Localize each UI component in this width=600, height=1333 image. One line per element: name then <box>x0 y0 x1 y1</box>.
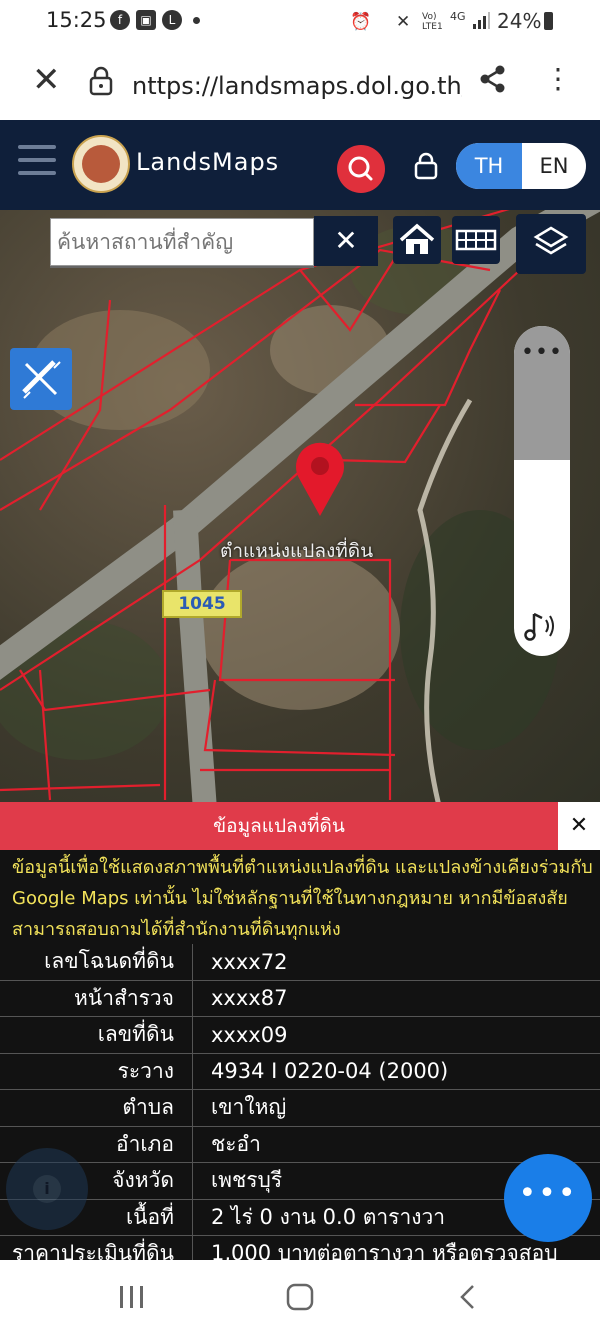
lock-icon[interactable] <box>88 66 114 96</box>
share-icon[interactable] <box>478 64 508 94</box>
parcel-detail-value: เขาใหญ่ <box>192 1089 600 1127</box>
ruler-pencil-icon <box>22 360 61 399</box>
alarm-icon: ⏰ <box>350 12 372 32</box>
mute-icon: ✕ <box>396 12 411 32</box>
place-search-input[interactable] <box>51 219 309 265</box>
lang-th-button[interactable]: TH <box>456 143 522 189</box>
parcel-detail-row: ระวาง 4934 I 0220-04 (2000) <box>0 1053 600 1090</box>
parcel-detail-row: อำเภอ ชะอำ <box>0 1126 600 1163</box>
search-button[interactable] <box>337 145 385 193</box>
home-nav-icon[interactable] <box>285 1282 315 1312</box>
4g-icon: 4G <box>450 10 466 23</box>
audio-control-panel[interactable]: ••• <box>514 326 570 656</box>
battery-icon <box>544 12 553 30</box>
signal-icon <box>473 12 490 29</box>
dot-icon <box>193 17 200 24</box>
parcel-detail-row: เลขโฉนดที่ดิน xxxx72 <box>0 944 600 981</box>
login-lock-icon[interactable] <box>414 152 438 180</box>
parcel-detail-label: ตำบล <box>0 1089 193 1127</box>
battery-text: 24% <box>497 9 542 33</box>
parcel-location-label: ตำแหน่งแปลงที่ดิน <box>220 540 374 562</box>
home-button[interactable] <box>393 216 441 264</box>
layers-button[interactable] <box>516 214 586 274</box>
dol-logo <box>72 135 130 193</box>
layers-icon <box>533 226 569 255</box>
audio-menu-icon[interactable]: ••• <box>514 340 570 365</box>
audio-play-icon[interactable] <box>522 606 562 646</box>
parcel-detail-label: เลขโฉนดที่ดิน <box>0 944 193 981</box>
close-tab-icon[interactable]: ✕ <box>32 62 61 98</box>
parcel-detail-label: เลขที่ดิน <box>0 1016 193 1054</box>
url-text[interactable]: nttps://landsmaps.dol.go.th/ก <box>132 66 462 105</box>
status-time: 15:25 <box>46 8 107 32</box>
parcel-detail-label: หน้าสำรวจ <box>0 980 193 1017</box>
status-bar: 15:25 f ▣ L ⏰ ✕ Vo) LTE1 4G 24% <box>0 0 600 44</box>
satellite-map[interactable]: ✕ ••• <box>0 210 600 802</box>
gallery-icon: ▣ <box>136 10 156 30</box>
disclaimer-notice: ข้อมูลนี้เพื่อใช้แสดงสภาพพื้นที่ตำแหน่งแ… <box>12 857 593 940</box>
home-icon <box>399 223 435 254</box>
road-number-sign: 1045 <box>162 590 242 618</box>
parcel-detail-row: หน้าสำรวจ xxxx87 <box>0 980 600 1017</box>
language-toggle[interactable]: TH EN <box>456 143 586 189</box>
search-icon <box>348 156 373 181</box>
more-options-icon[interactable]: ⋮ <box>544 64 572 94</box>
parcel-details-table: เลขโฉนดที่ดิน xxxx72 หน้าสำรวจ xxxx87 เลขที่… <box>0 944 600 1273</box>
brand-name: LandsMaps <box>136 148 280 176</box>
back-icon[interactable] <box>456 1282 480 1312</box>
parcel-detail-row: เลขที่ดิน xxxx09 <box>0 1016 600 1054</box>
android-nav-bar <box>0 1260 600 1333</box>
parcel-detail-value: xxxx72 <box>192 944 600 981</box>
line-icon: L <box>162 10 182 30</box>
measure-tool-button[interactable] <box>10 348 72 410</box>
parcel-detail-value: 4934 I 0220-04 (2000) <box>192 1053 600 1090</box>
close-panel-button[interactable]: ✕ <box>558 802 600 850</box>
place-search-box[interactable] <box>50 218 314 266</box>
app-header: LandsMaps TH EN <box>0 120 600 210</box>
volte-icon: Vo) LTE1 <box>422 12 443 32</box>
parcel-detail-value: xxxx09 <box>192 1016 600 1054</box>
facebook-icon: f <box>110 10 130 30</box>
grid-icon <box>455 229 497 251</box>
lang-en-button[interactable]: EN <box>522 143 586 189</box>
hamburger-menu-icon[interactable] <box>18 145 56 184</box>
location-pin-icon[interactable] <box>292 438 348 518</box>
clear-search-button[interactable]: ✕ <box>314 216 378 266</box>
parcel-detail-row: ตำบล เขาใหญ่ <box>0 1089 600 1127</box>
info-icon: i <box>33 1175 61 1203</box>
grid-button[interactable] <box>452 216 500 264</box>
parcel-panel-title: ข้อมูลแปลงที่ดิน <box>0 802 558 850</box>
parcel-detail-value: xxxx87 <box>192 980 600 1017</box>
more-actions-fab[interactable]: ••• <box>504 1154 592 1242</box>
info-button[interactable]: i <box>6 1148 88 1230</box>
recents-icon[interactable] <box>118 1284 146 1310</box>
browser-url-bar: ✕ nttps://landsmaps.dol.go.th/ก ⋮ <box>0 44 600 121</box>
parcel-detail-label: ระวาง <box>0 1053 193 1090</box>
